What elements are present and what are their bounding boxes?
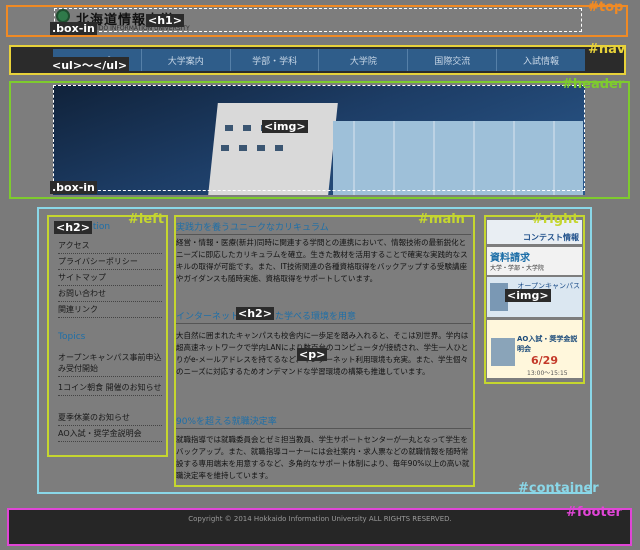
global-nav: トップ 大学案内 学部・学科 大学院 国際交流 入試情報 (53, 49, 585, 71)
main-label: #main (418, 212, 465, 227)
nav-label: #nav (588, 42, 626, 57)
img-tag-right: <img> (505, 289, 551, 302)
h2-tag-main: <h2> (236, 307, 274, 320)
ao-admission-photo (491, 338, 515, 366)
side-link-contact[interactable]: お問い合わせ (58, 288, 162, 302)
img-tag-header: <img> (262, 120, 308, 133)
h2-tag-left: <h2> (54, 221, 92, 234)
main-heading-internet: インターネットを活用した学べる環境を用意 (176, 309, 471, 324)
footer-region (7, 508, 632, 546)
main-heading-employment: 90%を超える就職決定率 (176, 414, 471, 429)
header-label: #header (562, 77, 625, 92)
header-box-in (53, 85, 585, 191)
side-link-sitemap[interactable]: サイトマップ (58, 272, 162, 286)
contest-banner-text: コンテスト情報 (523, 233, 579, 242)
nav-item-graduate[interactable]: 大学院 (319, 49, 409, 71)
university-logo-icon[interactable] (56, 9, 70, 23)
h1-tag: <h1> (146, 14, 184, 27)
nav-item-faculty[interactable]: 学部・学科 (231, 49, 320, 71)
side-link-privacy[interactable]: プライバシーポリシー (58, 256, 162, 270)
box-in-tag-header: .box-in (50, 181, 97, 194)
right-label: #right (532, 212, 579, 227)
main-paragraph-curriculum: 経営・情報・医療(新井)同時に関連する学問との連携において、情報技術の最新鋭化と… (176, 238, 468, 283)
ul-tag: <ul>〜</ul> (50, 57, 130, 73)
request-materials-banner[interactable]: 資料請求 大学・学部・大学院 (487, 247, 582, 275)
footer-label: #footer (566, 505, 622, 520)
main-paragraph-employment: 就職指導では就職委員会とゼミ担当教員、学生サポートセンターが一丸となって学生をバ… (176, 435, 470, 480)
top-label: #top (588, 0, 624, 15)
nav-item-about[interactable]: 大学案内 (142, 49, 231, 71)
topic-item[interactable]: 1コイン朝食 開催のお知らせ (58, 382, 162, 396)
ao-admission-time: 13:00〜15:15 (527, 370, 568, 377)
topics-heading: Topics (58, 332, 86, 342)
side-link-related[interactable]: 関連リンク (58, 304, 162, 318)
side-link-access[interactable]: アクセス (58, 240, 162, 254)
request-materials-sub: 大学・学部・大学院 (490, 265, 545, 272)
nav-item-admissions[interactable]: 入試情報 (497, 49, 585, 71)
topic-item[interactable]: AO入試・奨学金説明会 (58, 428, 162, 442)
topic-item[interactable]: オープンキャンパス事前申込み受付開始 (58, 352, 162, 377)
box-in-tag-top: .box-in (50, 22, 97, 35)
container-label: #container (518, 481, 599, 496)
ao-admission-title: AO入試・奨学金説明会 (517, 335, 578, 353)
request-materials-title: 資料請求 (490, 253, 530, 264)
ao-admission-date: 6/29 (531, 354, 558, 367)
copyright-text: Copyright © 2014 Hokkaido Information Un… (188, 515, 452, 523)
p-tag-main: <p> (297, 348, 328, 361)
ao-admission-banner[interactable]: AO入試・奨学金説明会 6/29 13:00〜15:15 (487, 320, 582, 378)
nav-item-international[interactable]: 国際交流 (408, 49, 498, 71)
topic-item[interactable]: 夏季休業のお知らせ (58, 412, 162, 426)
main-paragraph-internet: 大自然に囲まれたキャンパスも校舎内に一歩足を踏み入れると、そこは別世界。学内は超… (176, 331, 469, 376)
left-label: #left (128, 212, 165, 227)
